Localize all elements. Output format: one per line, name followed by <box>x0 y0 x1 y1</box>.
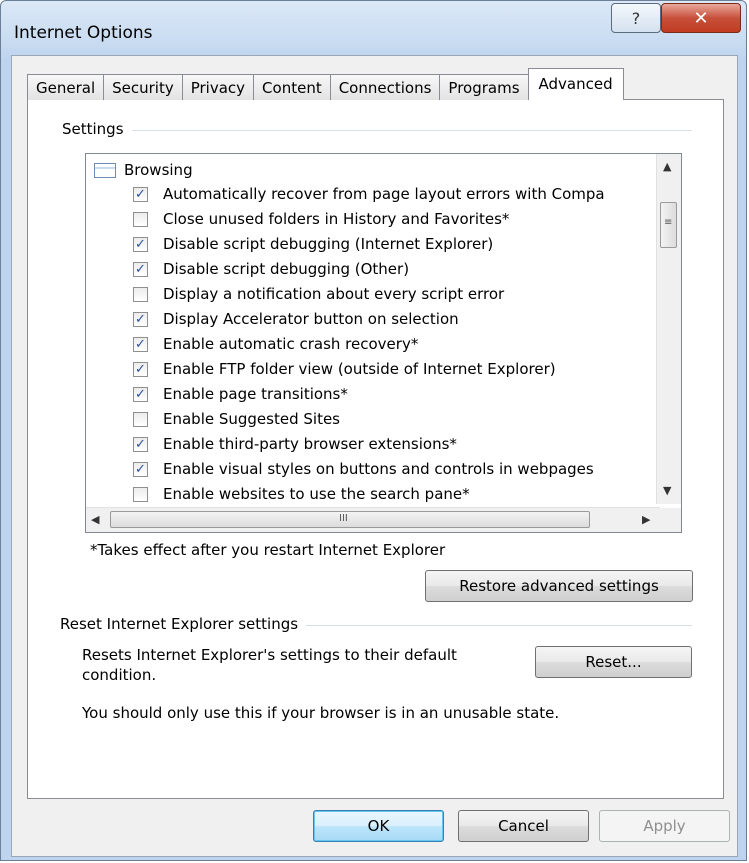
list-item-label: Enable automatic crash recovery* <box>163 335 419 353</box>
checkbox-checked[interactable]: ✓ <box>133 462 148 477</box>
apply-button[interactable]: Apply <box>599 810 730 842</box>
reset-description-continued: condition. <box>82 666 157 684</box>
reset-warning: You should only use this if your browser… <box>82 704 560 722</box>
ok-button[interactable]: OK <box>313 810 444 842</box>
checkbox-checked[interactable]: ✓ <box>133 237 148 252</box>
vertical-scroll-thumb[interactable]: ≡ <box>660 202 677 248</box>
scroll-down-icon[interactable]: ▼ <box>663 484 671 497</box>
list-item-label: Display a notification about every scrip… <box>163 285 505 303</box>
restart-note: *Takes effect after you restart Internet… <box>90 541 446 559</box>
scroll-right-icon[interactable]: ▶ <box>642 513 650 526</box>
internet-options-window: Internet Options ? ✕ General Security Pr… <box>0 0 747 861</box>
list-item-label: Enable websites to use the search pane* <box>163 485 470 503</box>
scrollbar-corner <box>657 508 681 532</box>
vertical-scrollbar[interactable]: ▲ ≡ ▼ <box>656 154 681 504</box>
tab-programs[interactable]: Programs <box>439 74 529 100</box>
checkbox-checked[interactable]: ✓ <box>133 312 148 327</box>
tab-privacy[interactable]: Privacy <box>181 74 255 100</box>
list-item-label: Disable script debugging (Other) <box>163 260 410 278</box>
checkbox-checked[interactable]: ✓ <box>133 337 148 352</box>
tab-general[interactable]: General <box>27 74 105 100</box>
settings-category-icon <box>94 163 116 178</box>
checkbox-checked[interactable]: ✓ <box>133 437 148 452</box>
close-button[interactable]: ✕ <box>661 3 741 33</box>
close-icon: ✕ <box>693 7 709 29</box>
horizontal-scroll-thumb[interactable]: III <box>110 511 590 528</box>
horizontal-scrollbar[interactable]: ◀ III ▶ <box>86 507 660 532</box>
list-item-label: Close unused folders in History and Favo… <box>163 210 510 228</box>
checkbox-unchecked[interactable] <box>133 212 148 227</box>
checkbox-checked[interactable]: ✓ <box>133 362 148 377</box>
settings-group-divider <box>63 130 692 131</box>
checkbox-checked[interactable]: ✓ <box>133 387 148 402</box>
restore-advanced-settings-button[interactable]: Restore advanced settings <box>425 570 693 602</box>
cancel-button[interactable]: Cancel <box>458 810 589 842</box>
list-item-label: Automatically recover from page layout e… <box>163 185 605 203</box>
tab-security[interactable]: Security <box>103 74 183 100</box>
reset-group-label: Reset Internet Explorer settings <box>60 615 307 633</box>
reset-button[interactable]: Reset... <box>535 646 692 678</box>
list-item-label: Enable visual styles on buttons and cont… <box>163 460 594 478</box>
help-button[interactable]: ? <box>611 3 661 33</box>
checkbox-unchecked[interactable] <box>133 412 148 427</box>
scroll-left-icon[interactable]: ◀ <box>91 513 99 526</box>
checkbox-unchecked[interactable] <box>133 487 148 502</box>
list-item-label: Enable page transitions* <box>163 385 348 403</box>
list-item-label: Display Accelerator button on selection <box>163 310 459 328</box>
checkbox-checked[interactable]: ✓ <box>133 187 148 202</box>
settings-tree-list[interactable]: Browsing ✓ Automatically recover from pag… <box>85 153 682 533</box>
checkbox-checked[interactable]: ✓ <box>133 262 148 277</box>
tab-strip: General Security Privacy Content Connect… <box>27 68 624 100</box>
list-item-label: Enable Suggested Sites <box>163 410 340 428</box>
title-bar[interactable]: Internet Options ? ✕ <box>1 1 746 55</box>
reset-description: Resets Internet Explorer's settings to t… <box>82 646 457 664</box>
list-item-label: Enable FTP folder view (outside of Inter… <box>163 360 556 378</box>
tab-content[interactable]: Content <box>253 74 331 100</box>
settings-group-label: Settings <box>62 120 132 138</box>
tab-connections[interactable]: Connections <box>329 74 441 100</box>
scroll-up-icon[interactable]: ▲ <box>663 160 671 173</box>
window-title: Internet Options <box>14 23 153 43</box>
grip-icon: III <box>339 513 348 524</box>
help-icon: ? <box>631 8 641 28</box>
list-item-label: Enable third-party browser extensions* <box>163 435 457 453</box>
list-item-label: Disable script debugging (Internet Explo… <box>163 235 494 253</box>
tab-advanced[interactable]: Advanced <box>527 68 624 100</box>
category-label: Browsing <box>124 161 193 179</box>
checkbox-unchecked[interactable] <box>133 287 148 302</box>
grip-icon: ≡ <box>664 217 673 228</box>
